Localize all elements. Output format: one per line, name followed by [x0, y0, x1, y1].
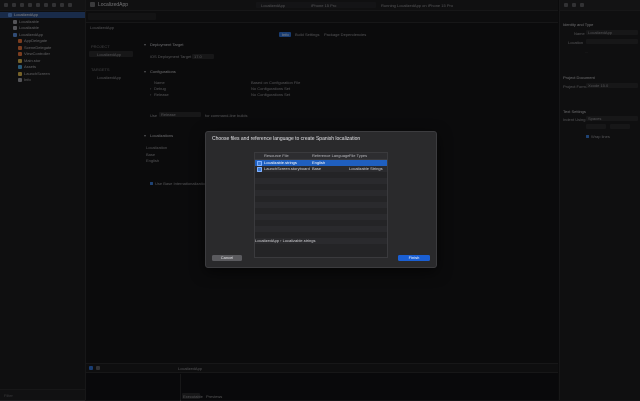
reference-language-cell[interactable]: Base	[312, 167, 321, 171]
finish-button[interactable]: Finish	[398, 255, 430, 261]
footer-path: LocalizedApp › Localizable.strings	[255, 238, 316, 243]
resource-file-cell: Localizable.strings	[264, 160, 297, 165]
reference-language-cell[interactable]: English	[312, 161, 325, 165]
column-resource-file[interactable]: Resource File	[264, 154, 289, 158]
file-type-cell[interactable]: Localizable Strings	[349, 167, 383, 171]
resource-file-cell: LaunchScreen.storyboard	[264, 166, 310, 171]
table-header: Resource File Reference Language File Ty…	[255, 153, 387, 160]
dialog-title: Choose files and reference language to c…	[212, 136, 361, 142]
localization-dialog: Choose files and reference language to c…	[205, 131, 437, 268]
column-file-types[interactable]: File Types	[349, 154, 367, 158]
cancel-button[interactable]: Cancel	[212, 255, 242, 261]
column-reference-language[interactable]: Reference Language	[312, 154, 349, 158]
